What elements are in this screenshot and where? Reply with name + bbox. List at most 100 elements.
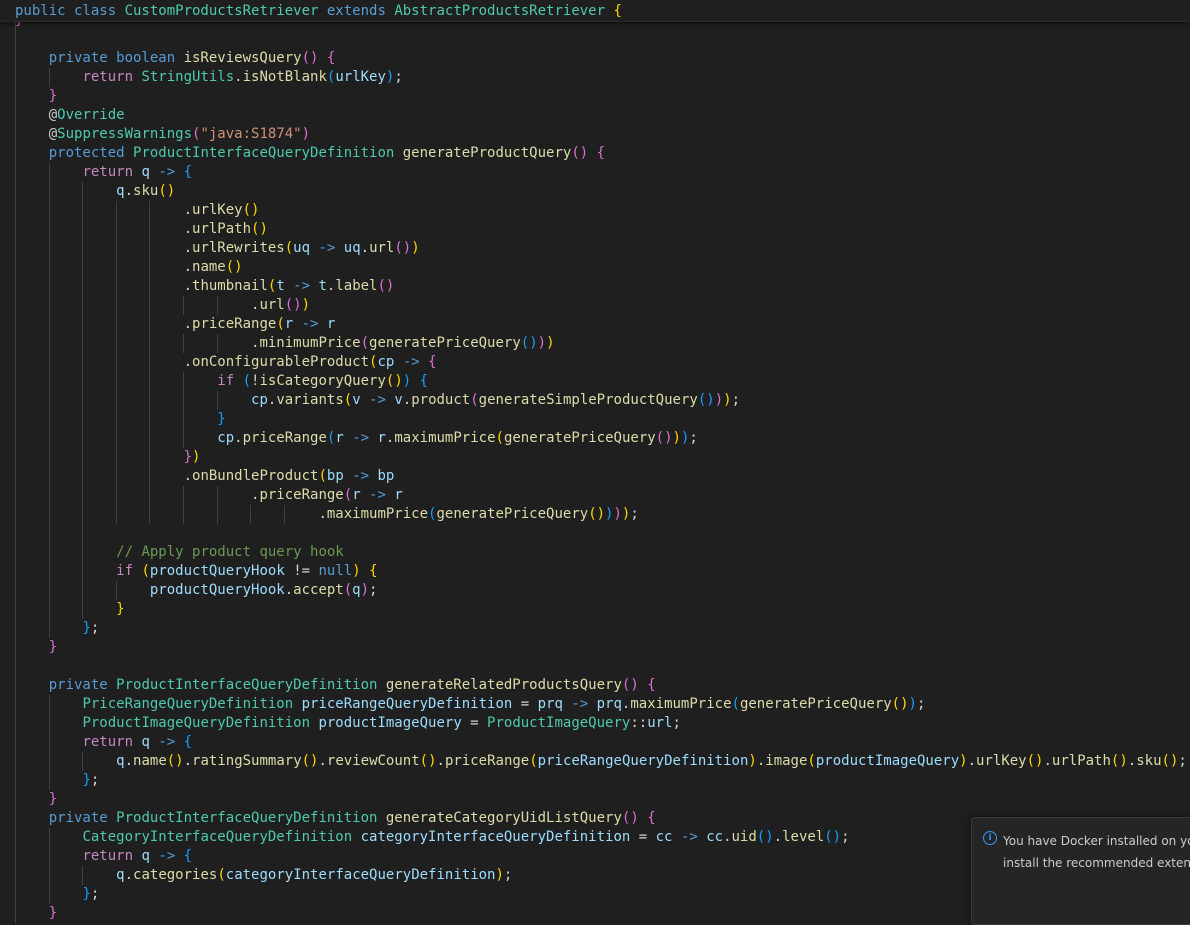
indent-guide [115, 486, 117, 505]
code-token: categoryInterfaceQueryDefinition [225, 867, 496, 883]
indent-guide [149, 296, 151, 315]
indent-guide [82, 562, 84, 581]
code-line[interactable]: }) [15, 448, 1187, 467]
code-line[interactable]: cp.priceRange(r -> r.maximumPrice(genera… [15, 429, 1187, 448]
code-token: ( [343, 392, 353, 408]
code-line[interactable]: .priceRange(r -> r [15, 315, 1187, 334]
code-line[interactable]: productQueryHook.accept(q); [15, 581, 1187, 600]
code-line[interactable]: } [15, 410, 1187, 429]
indent-guide [82, 334, 84, 353]
code-line[interactable] [15, 30, 1187, 49]
code-line[interactable]: .urlKey() [15, 201, 1187, 220]
code-token: -> [158, 734, 184, 750]
indent-guide [250, 505, 252, 524]
code-line[interactable]: } [15, 790, 1187, 809]
code-token: minimumPrice [259, 335, 361, 351]
indent-guide [149, 277, 151, 296]
code-line[interactable]: return q -> { [15, 163, 1187, 182]
code-token: generateCategoryUidListQuery [385, 810, 622, 826]
code-line[interactable]: } [15, 87, 1187, 106]
indent-guide [82, 372, 84, 391]
code-token: () [251, 221, 268, 237]
code-line[interactable]: .minimumPrice(generatePriceQuery())) [15, 334, 1187, 353]
indent-guide [48, 524, 50, 543]
code-line[interactable]: }; [15, 771, 1187, 790]
indent-guide [216, 391, 218, 410]
code-token: ( [343, 582, 353, 598]
code-token: priceRange [242, 430, 327, 446]
indent-guide [15, 372, 16, 391]
code-line[interactable]: cp.variants(v -> v.product(generateSimpl… [15, 391, 1187, 410]
code-token: @ [48, 126, 58, 142]
code-token: } [48, 905, 58, 921]
code-line[interactable]: .onConfigurableProduct(cp -> { [15, 353, 1187, 372]
code-line[interactable]: private ProductInterfaceQueryDefinition … [15, 676, 1187, 695]
code-line[interactable]: .onBundleProduct(bp -> bp [15, 467, 1187, 486]
code-line[interactable]: PriceRangeQueryDefinition priceRangeQuer… [15, 695, 1187, 714]
code-line[interactable]: ProductImageQueryDefinition productImage… [15, 714, 1187, 733]
code-token: -> [369, 392, 395, 408]
indent-guide [48, 847, 50, 866]
code-token: reviewCount [326, 753, 420, 769]
code-line[interactable]: .priceRange(r -> r [15, 486, 1187, 505]
code-line[interactable]: @SuppressWarnings("java:S1874") [15, 125, 1187, 144]
code-line[interactable]: .urlRewrites(uq -> uq.url()) [15, 239, 1187, 258]
code-token: productQueryHook [149, 582, 285, 598]
code-line[interactable]: q.sku() [15, 182, 1187, 201]
code-token: . [1127, 753, 1137, 769]
notification-line-2: install the recommended extens [1003, 856, 1190, 870]
code-line[interactable]: q.name().ratingSummary().reviewCount().p… [15, 752, 1187, 771]
code-line[interactable]: .thumbnail(t -> t.label() [15, 277, 1187, 296]
code-token: variants [276, 392, 344, 408]
code-line[interactable]: private boolean isReviewsQuery() { [15, 49, 1187, 68]
indent-guide [48, 277, 50, 296]
code-editor[interactable]: public class CustomProductsRetriever ext… [0, 0, 1190, 925]
code-lines[interactable]: } private boolean isReviewsQuery() { ret… [15, 11, 1187, 923]
code-token: isNotBlank [242, 69, 327, 85]
code-line[interactable]: // Apply product query hook [15, 543, 1187, 562]
indent-guide [48, 372, 50, 391]
code-token: -> [680, 829, 707, 845]
code-line[interactable] [15, 524, 1187, 543]
indent-guide [149, 220, 151, 239]
code-line[interactable]: .url()) [15, 296, 1187, 315]
code-line[interactable]: } [15, 600, 1187, 619]
code-line[interactable]: return StringUtils.isNotBlank(urlKey); [15, 68, 1187, 87]
code-line[interactable]: if (productQueryHook != null) { [15, 562, 1187, 581]
code-line[interactable]: .name() [15, 258, 1187, 277]
code-line[interactable]: @Override [15, 106, 1187, 125]
code-token: ; [916, 696, 926, 712]
code-token: r [352, 487, 370, 503]
code-line[interactable]: .maximumPrice(generatePriceQuery()))); [15, 505, 1187, 524]
indent-guide [48, 828, 50, 847]
indent-guide [15, 49, 16, 68]
code-token: ; [394, 69, 403, 85]
code-line[interactable]: return q -> { [15, 733, 1187, 752]
code-line[interactable]: } [15, 638, 1187, 657]
indent-guide [48, 581, 50, 600]
code-token: ; [731, 392, 740, 408]
code-token: } [82, 886, 91, 902]
docker-extension-notification[interactable]: i You have Docker installed on yo instal… [971, 817, 1190, 925]
code-token: thumbnail [192, 278, 268, 294]
indent-guide [82, 315, 84, 334]
code-line[interactable]: protected ProductInterfaceQueryDefinitio… [15, 144, 1187, 163]
code-line[interactable]: }; [15, 619, 1187, 638]
indent-guide [82, 543, 84, 562]
code-token: () [166, 753, 184, 769]
code-line[interactable] [15, 657, 1187, 676]
code-token: CustomProductsRetriever [124, 3, 327, 19]
code-token: cp [251, 392, 268, 408]
indent-guide [48, 733, 50, 752]
sticky-scroll-header[interactable]: public class CustomProductsRetriever ext… [0, 0, 1190, 22]
code-token: Override [57, 107, 125, 123]
indent-guide [82, 429, 84, 448]
code-line[interactable]: .urlPath() [15, 220, 1187, 239]
indent-guide [15, 524, 16, 543]
code-line[interactable]: if (!isCategoryQuery()) { [15, 372, 1187, 391]
